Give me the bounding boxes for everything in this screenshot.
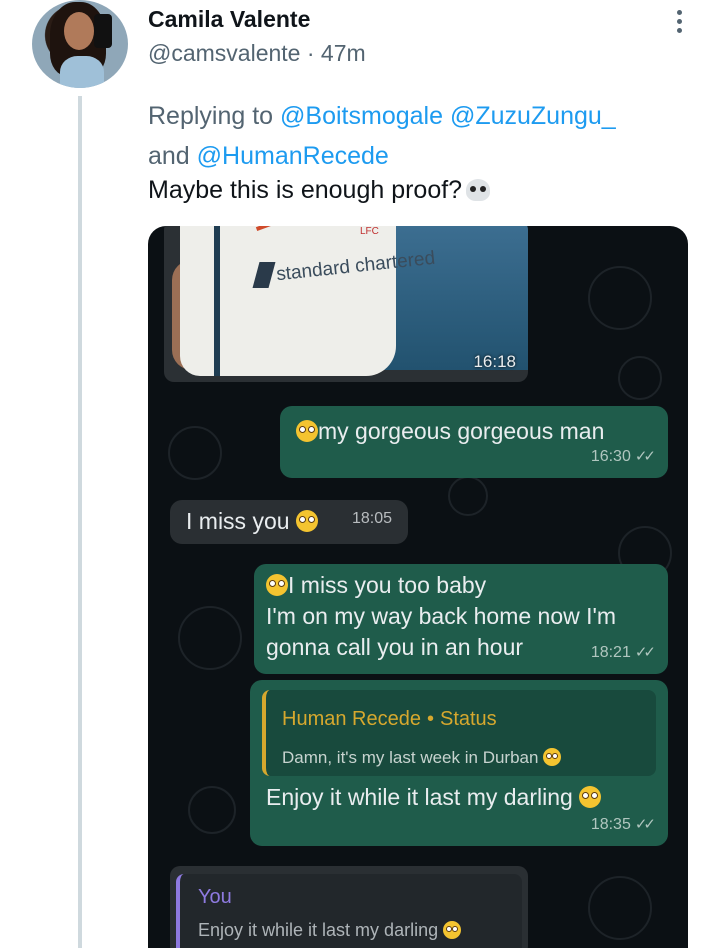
shirt-crest: LFC (360, 226, 379, 237)
tweet-text: Maybe this is enough proof? (148, 176, 491, 205)
photo-time: 16:18 (473, 352, 516, 371)
message-text: I miss you (186, 508, 290, 534)
replying-to: Replying to @Boitsmogale @ZuzuZungu_ and… (148, 96, 708, 176)
mention-zuzuzungu[interactable]: @ZuzuZungu_ (450, 102, 616, 130)
message-time: 18:21 ✓✓ (590, 644, 656, 661)
pleading-face-emoji-icon (266, 574, 288, 596)
smiling-face-emoji-icon (443, 921, 462, 939)
timestamp[interactable]: 47m (321, 40, 366, 66)
message-line-1: I miss you too baby (288, 572, 487, 598)
message-incoming[interactable]: I miss you 18:05 (170, 500, 408, 544)
read-ticks-icon: ✓✓ (634, 816, 656, 833)
smiling-face-emoji-icon (579, 786, 602, 808)
pleading-face-emoji-icon (296, 420, 318, 442)
quoted-reply-text: Enjoy it while it last my darling (198, 920, 439, 940)
replying-prefix: Replying to (148, 102, 274, 130)
handle[interactable]: @camsvalente (148, 40, 300, 66)
pleading-face-emoji-icon (295, 510, 318, 532)
message-outgoing[interactable]: I miss you too baby I'm on my way back h… (254, 564, 668, 674)
lion-emoji-icon (543, 748, 562, 766)
quote-author: Human Recede (282, 708, 421, 730)
more-options-icon[interactable] (674, 10, 684, 38)
read-ticks-icon: ✓✓ (634, 644, 656, 661)
message-outgoing-status-reply[interactable]: Human Recede • Status Damn, it's my last w… (250, 680, 668, 846)
message-time: 18:35 ✓✓ (590, 816, 656, 833)
message-outgoing[interactable]: my gorgeous gorgeous man 16:30 ✓✓ (280, 406, 668, 478)
chat-screenshot-media[interactable]: standard chartered LFC 16:18 my gorgeous… (148, 226, 688, 948)
tweet-text-content: Maybe this is enough proof? (148, 176, 463, 204)
mention-boitsmogale[interactable]: @Boitsmogale (280, 102, 443, 130)
display-name[interactable]: Camila Valente (148, 6, 310, 33)
skull-emoji-icon (466, 179, 491, 201)
quoted-reply-author: You (198, 886, 232, 908)
quote-separator: • (426, 708, 434, 730)
message-time: 18:05 (351, 510, 392, 527)
message-text: Enjoy it while it last my darling (266, 784, 573, 810)
separator-dot: · (300, 40, 321, 66)
handle-and-time: @camsvalente · 47m (148, 40, 366, 67)
shared-photo[interactable]: standard chartered LFC 16:18 (164, 226, 528, 382)
quoted-status[interactable]: Human Recede • Status Damn, it's my last w… (262, 690, 656, 776)
and-text: and (148, 142, 190, 170)
read-ticks-icon: ✓✓ (634, 448, 656, 465)
quote-type: Status (439, 708, 497, 730)
quote-text: Damn, it's my last week in Durban (282, 748, 539, 767)
mention-humanrecede[interactable]: @HumanRecede (197, 142, 389, 170)
avatar[interactable] (32, 0, 128, 88)
message-line-2: I'm on my way back home now I'm (266, 603, 617, 629)
message-text: my gorgeous gorgeous man (318, 418, 605, 444)
quoted-reply[interactable]: You Enjoy it while it last my darling (170, 866, 528, 948)
message-time: 16:30 ✓✓ (590, 448, 656, 465)
thread-line (78, 96, 82, 948)
